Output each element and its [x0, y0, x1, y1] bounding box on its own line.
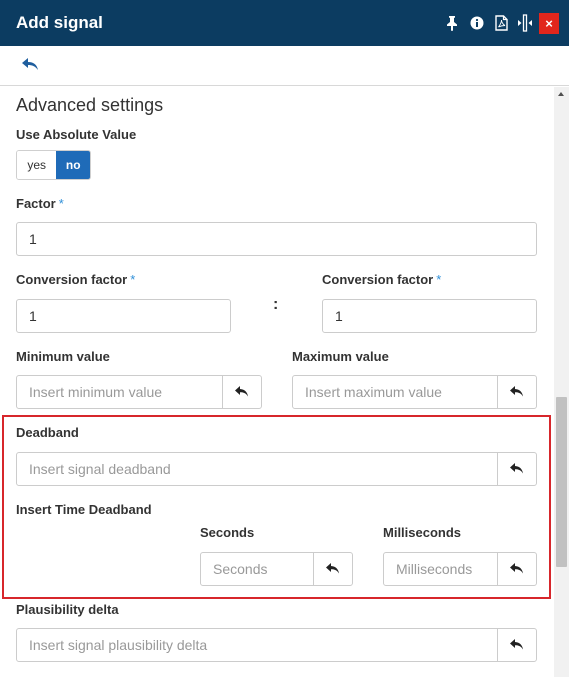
section-title: Advanced settings [16, 95, 164, 115]
resize-width-icon[interactable] [516, 13, 534, 33]
plausibility-delta-input[interactable]: Insert signal plausibility delta [17, 629, 497, 661]
scroll-up-arrow-icon[interactable] [558, 92, 564, 96]
navigation-bar [0, 46, 569, 86]
close-icon: × [545, 16, 553, 31]
pdf-icon[interactable] [492, 13, 510, 33]
required-marker: * [58, 196, 64, 211]
conversion-factor-left-input[interactable]: 1 [16, 299, 231, 333]
window-title: Add signal [16, 13, 103, 32]
plausibility-delta-reset-button[interactable] [497, 629, 536, 661]
maximum-value-label: Maximum value [292, 349, 389, 364]
conversion-factor-right-label: Conversion factor * [322, 272, 442, 287]
pin-icon[interactable] [443, 13, 461, 33]
undo-arrow-icon [510, 386, 523, 397]
ratio-separator: : [273, 296, 279, 313]
close-button[interactable]: × [539, 13, 559, 34]
maximum-value-reset-button[interactable] [497, 376, 536, 408]
minimum-value-input[interactable]: Insert minimum value [17, 376, 222, 408]
minimum-value-reset-button[interactable] [222, 376, 261, 408]
undo-arrow-icon [510, 639, 523, 650]
deadband-highlight-box [2, 415, 551, 599]
conversion-factor-left-label: Conversion factor * [16, 272, 136, 287]
maximum-value-input[interactable]: Insert maximum value [293, 376, 497, 408]
factor-input[interactable]: 1 [16, 222, 537, 256]
back-arrow-icon[interactable] [22, 58, 42, 74]
use-absolute-value-toggle: yes no [16, 150, 91, 180]
maximum-value-group: Insert maximum value [292, 375, 537, 409]
scroll-thumb[interactable] [556, 397, 567, 567]
required-marker: * [130, 272, 136, 287]
undo-arrow-icon [235, 386, 248, 397]
required-marker: * [436, 272, 442, 287]
toggle-no-option[interactable]: no [56, 151, 90, 179]
plausibility-delta-label: Plausibility delta [16, 602, 119, 617]
toggle-yes-option[interactable]: yes [17, 151, 57, 179]
minimum-value-label: Minimum value [16, 349, 110, 364]
use-absolute-value-label: Use Absolute Value [16, 127, 137, 142]
conversion-factor-right-input[interactable]: 1 [322, 299, 537, 333]
minimum-value-group: Insert minimum value [16, 375, 262, 409]
info-icon[interactable] [468, 13, 486, 33]
vertical-scrollbar[interactable] [554, 87, 569, 677]
plausibility-delta-group: Insert signal plausibility delta [16, 628, 537, 662]
title-bar: Add signal × [0, 0, 569, 46]
factor-label: Factor * [16, 196, 64, 211]
